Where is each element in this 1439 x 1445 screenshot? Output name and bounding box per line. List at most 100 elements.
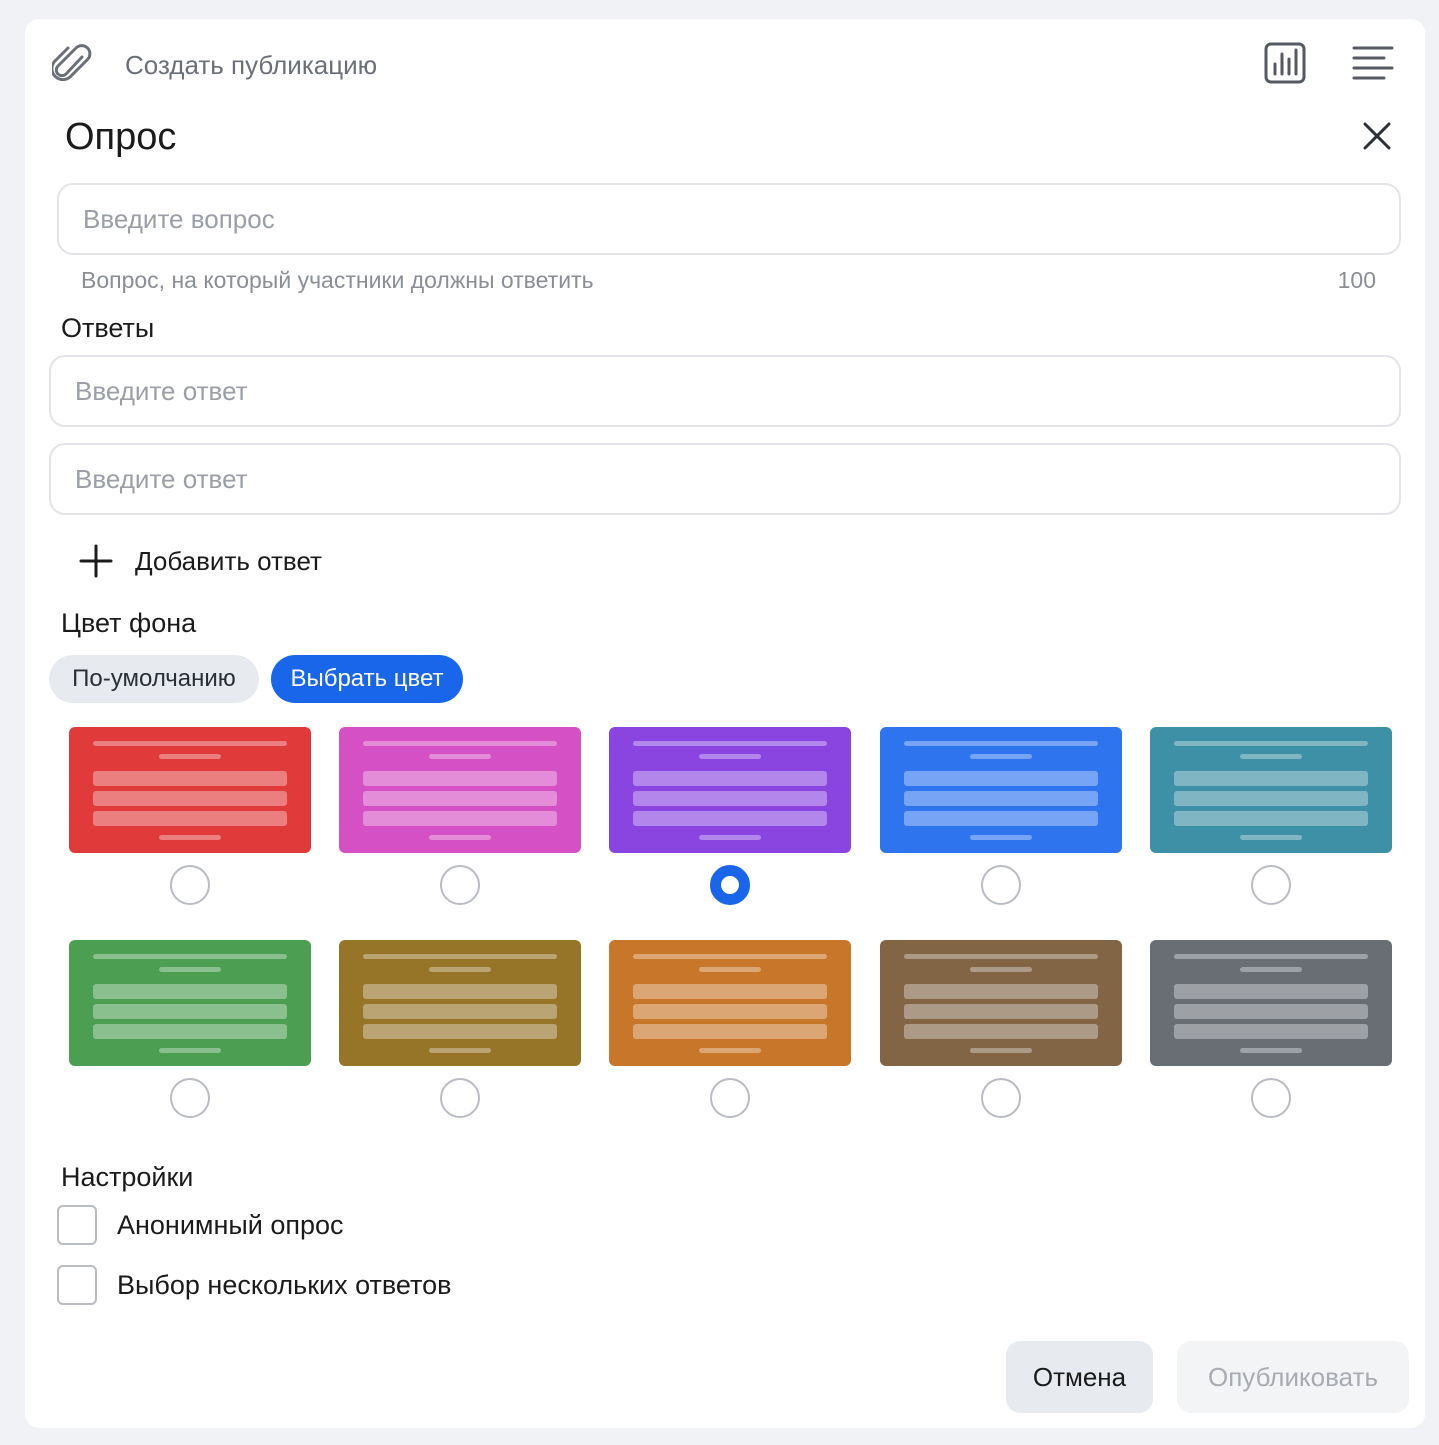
anonymous-poll-label: Анонимный опрос (117, 1209, 344, 1240)
swatch-preview-line (1240, 967, 1302, 972)
color-swatch-pink[interactable] (339, 727, 581, 853)
swatch-preview-line (970, 754, 1032, 759)
color-swatch-purple[interactable] (609, 727, 851, 853)
color-radio-teal[interactable] (1251, 865, 1291, 905)
swatch-preview-line (93, 771, 287, 786)
swatch-preview-line (904, 1024, 1098, 1039)
swatch-preview-line (699, 835, 761, 840)
color-swatch-teal[interactable] (1150, 727, 1392, 853)
color-swatch-orange[interactable] (609, 940, 851, 1066)
poll-title: Опрос (65, 116, 177, 158)
anonymous-poll-option[interactable]: Анонимный опрос (57, 1205, 344, 1245)
add-answer-button[interactable]: Добавить ответ (75, 536, 322, 586)
swatch-preview-line (429, 1048, 491, 1053)
multiple-answers-checkbox[interactable] (57, 1265, 97, 1305)
settings-heading: Настройки (61, 1162, 194, 1192)
menu-lines-icon[interactable] (1351, 43, 1395, 83)
swatch-preview-line (363, 811, 557, 826)
swatch-preview-line (159, 1048, 221, 1053)
swatch-preview-line (363, 984, 557, 999)
publish-button[interactable]: Опубликовать (1177, 1341, 1409, 1413)
swatch-preview-line (633, 1004, 827, 1019)
color-radio-pink[interactable] (440, 865, 480, 905)
swatch-preview-line (1174, 791, 1368, 806)
close-icon[interactable] (1359, 118, 1395, 154)
question-hint: Вопрос, на который участники должны отве… (81, 267, 594, 293)
swatch-preview-line (633, 741, 827, 746)
color-radio-purple[interactable] (710, 865, 750, 905)
swatch-preview-line (1240, 754, 1302, 759)
swatch-preview-line (429, 754, 491, 759)
swatch-preview-line (904, 791, 1098, 806)
multiple-answers-option[interactable]: Выбор нескольких ответов (57, 1265, 451, 1305)
tab-default-color[interactable]: По-умолчанию (49, 655, 259, 703)
swatch-preview-line (904, 984, 1098, 999)
poll-chart-icon[interactable] (1263, 41, 1307, 85)
swatch-preview-line (699, 1048, 761, 1053)
swatch-preview-line (1174, 954, 1368, 959)
color-radio-olive[interactable] (440, 1078, 480, 1118)
swatch-preview-line (699, 754, 761, 759)
tab-choose-color[interactable]: Выбрать цвет (271, 655, 463, 703)
swatch-preview-line (429, 835, 491, 840)
color-radio-brown[interactable] (981, 1078, 1021, 1118)
swatch-preview-line (363, 791, 557, 806)
swatch-preview-line (93, 741, 287, 746)
swatch-preview-line (699, 967, 761, 972)
swatch-preview-line (970, 1048, 1032, 1053)
swatch-preview-line (633, 1024, 827, 1039)
swatch-preview-line (633, 771, 827, 786)
top-bar: Создать публикацию (25, 19, 1425, 111)
swatch-preview-line (93, 791, 287, 806)
swatch-preview-line (970, 967, 1032, 972)
swatch-preview-line (363, 954, 557, 959)
color-radio-red[interactable] (170, 865, 210, 905)
swatch-preview-line (363, 741, 557, 746)
answer-input-1[interactable] (49, 355, 1401, 427)
color-radio-gray[interactable] (1251, 1078, 1291, 1118)
swatch-preview-line (429, 967, 491, 972)
swatch-preview-line (904, 741, 1098, 746)
swatch-preview-line (1174, 1024, 1368, 1039)
swatch-preview-line (93, 984, 287, 999)
question-input[interactable] (57, 183, 1401, 255)
swatch-preview-line (1174, 984, 1368, 999)
swatch-preview-line (904, 811, 1098, 826)
paperclip-icon[interactable] (52, 41, 92, 85)
plus-icon (79, 544, 113, 578)
create-post-label[interactable]: Создать публикацию (125, 50, 377, 81)
answer-input-2[interactable] (49, 443, 1401, 515)
swatch-preview-line (970, 835, 1032, 840)
swatch-preview-line (1174, 811, 1368, 826)
swatch-preview-line (904, 1004, 1098, 1019)
color-swatch-gray[interactable] (1150, 940, 1392, 1066)
color-radio-blue[interactable] (981, 865, 1021, 905)
color-radio-orange[interactable] (710, 1078, 750, 1118)
swatch-preview-line (1174, 771, 1368, 786)
swatch-preview-line (633, 954, 827, 959)
swatch-preview-line (93, 1004, 287, 1019)
swatch-preview-line (363, 1024, 557, 1039)
background-color-heading: Цвет фона (61, 608, 197, 638)
swatch-preview-line (93, 1024, 287, 1039)
swatch-preview-line (363, 1004, 557, 1019)
color-radio-green[interactable] (170, 1078, 210, 1118)
swatch-preview-line (363, 771, 557, 786)
color-swatch-olive[interactable] (339, 940, 581, 1066)
swatch-preview-line (159, 754, 221, 759)
swatch-preview-line (904, 771, 1098, 786)
swatch-preview-line (904, 954, 1098, 959)
swatch-preview-line (1240, 1048, 1302, 1053)
swatch-preview-line (93, 954, 287, 959)
swatch-preview-line (633, 791, 827, 806)
question-char-counter: 100 (1337, 267, 1376, 293)
color-swatch-blue[interactable] (880, 727, 1122, 853)
anonymous-poll-checkbox[interactable] (57, 1205, 97, 1245)
color-swatch-green[interactable] (69, 940, 311, 1066)
color-swatch-brown[interactable] (880, 940, 1122, 1066)
swatch-preview-line (633, 811, 827, 826)
color-swatch-red[interactable] (69, 727, 311, 853)
swatch-preview-line (159, 835, 221, 840)
poll-dialog: Создать публикацию Опрос Вопрос, на кото… (25, 19, 1425, 1428)
cancel-button[interactable]: Отмена (1006, 1341, 1153, 1413)
